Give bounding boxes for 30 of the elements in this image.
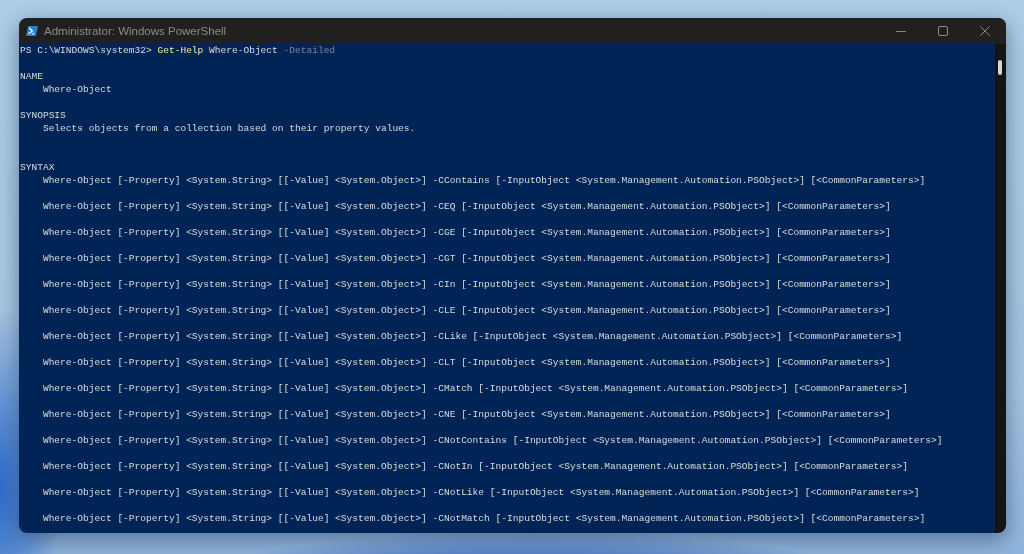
window-title: Administrator: Windows PowerShell xyxy=(44,25,227,37)
section-heading: SYNOPSIS xyxy=(20,109,66,122)
syntax-line: Where-Object [-Property] <System.String> [[-Value] <System.Object>] -CMatch [-InputObject <System.Management.Automation.PSObject>] [<CommonParameters>] xyxy=(41,382,908,395)
syntax-line: Where-Object [-Property] <System.String> [[-Value] <System.Object>] -CNotIn [-InputObject <System.Management.Automation.PSObject>] [<CommonParameters>] xyxy=(41,460,908,473)
help-text: Selects objects from a collection based on their property values. xyxy=(41,122,416,135)
syntax-line: Where-Object [-Property] <System.String> [[-Value] <System.Object>] -CLE [-InputObject <System.Management.Automation.PSObject>] [<CommonParameters>] xyxy=(41,304,891,317)
syntax-line: Where-Object [-Property] <System.String> [[-Value] <System.Object>] -CLT [-InputObject <System.Management.Automation.PSObject>] [<CommonParameters>] xyxy=(41,356,891,369)
prompt-path: PS C:\WINDOWS\system32> xyxy=(20,44,152,57)
syntax-line: Where-Object [-Property] <System.String> [[-Value] <System.Object>] -CEQ [-InputObject <System.Management.Automation.PSObject>] [<CommonParameters>] xyxy=(41,200,891,213)
scrollbar-track[interactable] xyxy=(995,44,1006,533)
syntax-line: Where-Object [-Property] <System.String> [[-Value] <System.Object>] -CNE [-InputObject <System.Management.Automation.PSObject>] [<CommonParameters>] xyxy=(41,408,891,421)
section-heading: SYNTAX xyxy=(20,161,55,174)
close-icon xyxy=(980,26,990,36)
maximize-icon xyxy=(938,26,948,36)
command-argument: Where-Object xyxy=(209,44,278,57)
syntax-line: Where-Object [-Property] <System.String> [[-Value] <System.Object>] -CContains [-InputObject <System.Management.Automation.PSObject>] [<CommonParameters>] xyxy=(41,174,926,187)
syntax-line: Where-Object [-Property] <System.String> [[-Value] <System.Object>] -CNotMatch [-InputObject <System.Management.Automation.PSObject>] [<CommonParameters>] xyxy=(41,512,926,525)
help-text: Where-Object xyxy=(41,83,112,96)
command-name: Get-Help xyxy=(157,44,204,57)
syntax-line: Where-Object [-Property] <System.String> [[-Value] <System.Object>] -CNotContains [-InputObject <System.Management.Automation.PSObject>] [<CommonParameters>] xyxy=(41,434,943,447)
powershell-icon xyxy=(26,25,38,37)
command-parameter: -Detailed xyxy=(283,44,336,57)
syntax-line: Where-Object [-Property] <System.String> [[-Value] <System.Object>] -CIn [-InputObject <System.Management.Automation.PSObject>] [<CommonParameters>] xyxy=(41,278,891,291)
syntax-line: Where-Object [-Property] <System.String> [[-Value] <System.Object>] -CGE [-InputObject <System.Management.Automation.PSObject>] [<CommonParameters>] xyxy=(41,226,891,239)
scrollbar-thumb[interactable] xyxy=(998,60,1002,75)
syntax-line: Where-Object [-Property] <System.String> [[-Value] <System.Object>] -CGT [-InputObject <System.Management.Automation.PSObject>] [<CommonParameters>] xyxy=(41,252,891,265)
syntax-line: Where-Object [-Property] <System.String> [[-Value] <System.Object>] -CNotLike [-InputObject <System.Management.Automation.PSObject>] [<CommonParameters>] xyxy=(41,486,920,499)
section-heading: NAME xyxy=(20,70,43,83)
minimize-icon xyxy=(896,30,906,32)
syntax-line: Where-Object [-Property] <System.String> [[-Value] <System.Object>] -CLike [-InputObject <System.Management.Automation.PSObject>] [<CommonParameters>] xyxy=(41,330,903,343)
